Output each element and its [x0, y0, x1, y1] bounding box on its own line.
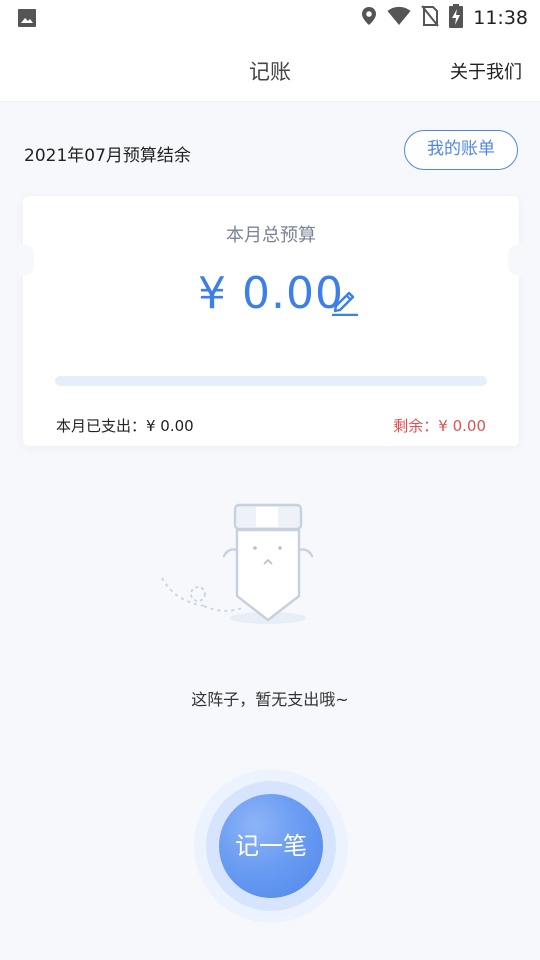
- empty-box-illustration: [158, 500, 328, 634]
- location-icon: [361, 6, 377, 30]
- battery-charging-icon: [449, 4, 464, 32]
- empty-state-text: 这阵子，暂无支出哦~: [191, 690, 349, 709]
- budget-card-title: 本月总预算: [226, 225, 316, 246]
- budget-progress-bar: [55, 376, 487, 386]
- status-time: 11:38: [473, 7, 528, 29]
- status-icons: 11:38: [361, 4, 528, 32]
- spent-this-month: 本月已支出：¥ 0.00: [56, 417, 194, 435]
- budget-amount: ¥ 0.00: [198, 268, 344, 319]
- no-sim-icon: [421, 5, 440, 31]
- remaining-budget: 剩余：¥ 0.00: [393, 417, 486, 435]
- wifi-icon: [387, 6, 411, 30]
- add-record-button-halo: 记一笔: [194, 769, 348, 923]
- image-icon: [17, 8, 37, 32]
- budget-card: 本月总预算 ¥ 0.00 本月已支出：¥ 0.00 剩余：¥ 0.00: [12, 196, 530, 446]
- edit-pencil-icon[interactable]: [331, 286, 359, 320]
- month-budget-label: 2021年07月预算结余: [24, 146, 191, 166]
- title-bar: 记账 关于我们: [0, 36, 540, 102]
- add-record-button-ring: 记一笔: [206, 781, 336, 911]
- add-record-button[interactable]: 记一笔: [219, 794, 323, 898]
- budget-amount-row: ¥ 0.00: [23, 268, 519, 319]
- about-us-link[interactable]: 关于我们: [450, 58, 522, 84]
- status-bar: 11:38: [0, 0, 540, 36]
- my-bill-button[interactable]: 我的账单: [404, 130, 518, 170]
- month-summary-row: 2021年07月预算结余 我的账单: [0, 102, 540, 198]
